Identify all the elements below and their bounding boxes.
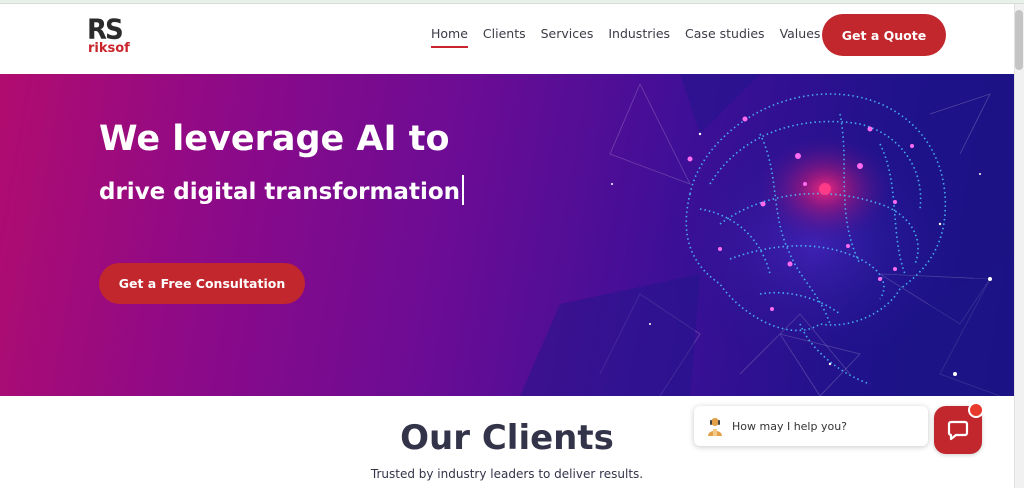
typing-caret xyxy=(462,175,464,205)
chat-icon xyxy=(947,420,969,441)
site-header: RS riksof Home Clients Services Industri… xyxy=(0,4,1014,74)
hero-subtitle: drive digital transformation xyxy=(99,179,461,205)
logo-text: riksof xyxy=(88,41,130,56)
scrollbar[interactable] xyxy=(1014,4,1024,488)
chat-notification-badge xyxy=(968,402,984,418)
nav-item-home[interactable]: Home xyxy=(431,24,468,48)
main-nav: Home Clients Services Industries Case st… xyxy=(431,24,835,48)
nav-item-services[interactable]: Services xyxy=(541,24,594,48)
chat-prompt-bubble[interactable]: How may I help you? xyxy=(694,406,928,446)
hero-subtitle-wrap: drive digital transformation xyxy=(99,175,464,208)
hero-title: We leverage AI to xyxy=(99,119,450,159)
chat-prompt-text: How may I help you? xyxy=(732,419,848,433)
scrollbar-thumb[interactable] xyxy=(1015,10,1023,70)
get-a-quote-button[interactable]: Get a Quote xyxy=(822,14,946,56)
riksof-logo[interactable]: RS riksof xyxy=(87,15,133,60)
nav-item-case-studies[interactable]: Case studies xyxy=(685,24,765,48)
nav-item-industries[interactable]: Industries xyxy=(608,24,670,48)
hero-banner: We leverage AI to drive digital transfor… xyxy=(0,74,1014,396)
nav-item-clients[interactable]: Clients xyxy=(483,24,526,48)
our-clients-subtitle: Trusted by industry leaders to deliver r… xyxy=(370,467,644,481)
nav-item-values[interactable]: Values xyxy=(780,24,821,48)
agent-avatar-icon xyxy=(708,418,722,436)
free-consultation-button[interactable]: Get a Free Consultation xyxy=(99,263,305,304)
